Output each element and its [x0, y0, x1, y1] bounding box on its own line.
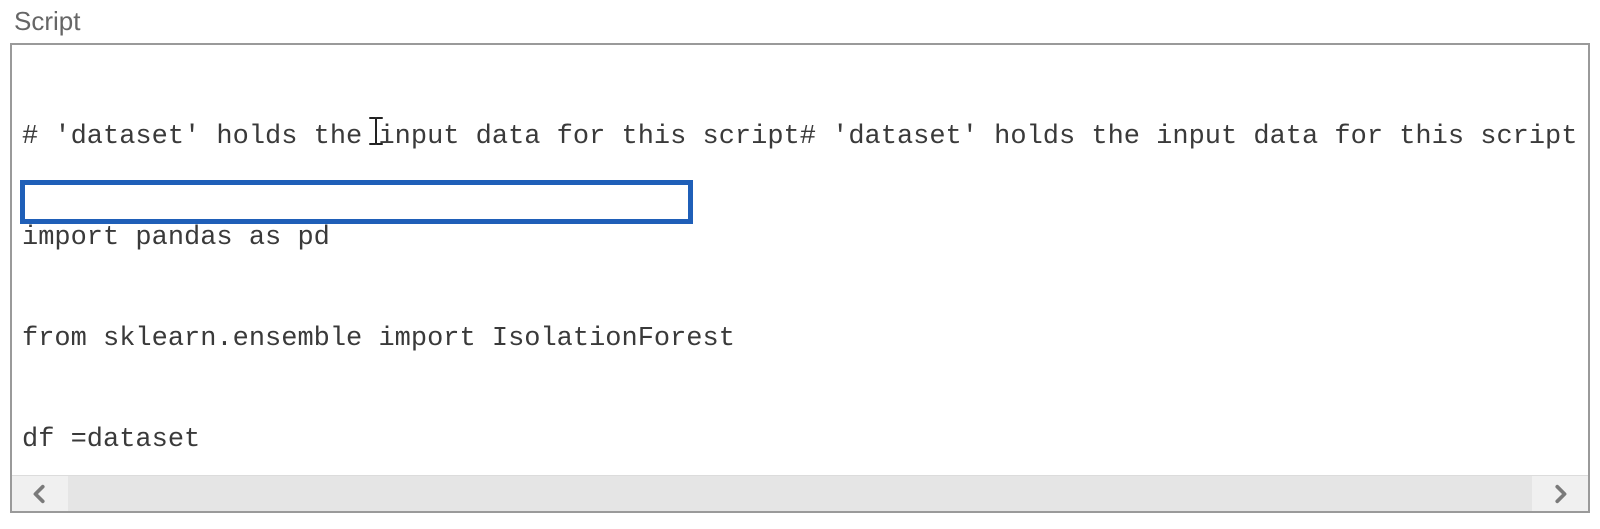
code-line-4[interactable]: df =dataset — [22, 424, 1578, 458]
code-line-2[interactable]: import pandas as pd — [22, 222, 1578, 256]
panel-label: Script — [10, 6, 1590, 37]
highlight-box — [20, 180, 693, 224]
horizontal-scrollbar[interactable] — [12, 475, 1588, 511]
code-area[interactable]: # 'dataset' holds the input data for thi… — [12, 45, 1588, 475]
script-editor[interactable]: # 'dataset' holds the input data for thi… — [10, 43, 1590, 513]
scroll-track[interactable] — [68, 476, 1532, 511]
code-line-1[interactable]: # 'dataset' holds the input data for thi… — [22, 121, 1578, 155]
scroll-right-button[interactable] — [1532, 476, 1588, 511]
code-line-3[interactable]: from sklearn.ensemble import IsolationFo… — [22, 323, 1578, 357]
scroll-left-button[interactable] — [12, 476, 68, 511]
